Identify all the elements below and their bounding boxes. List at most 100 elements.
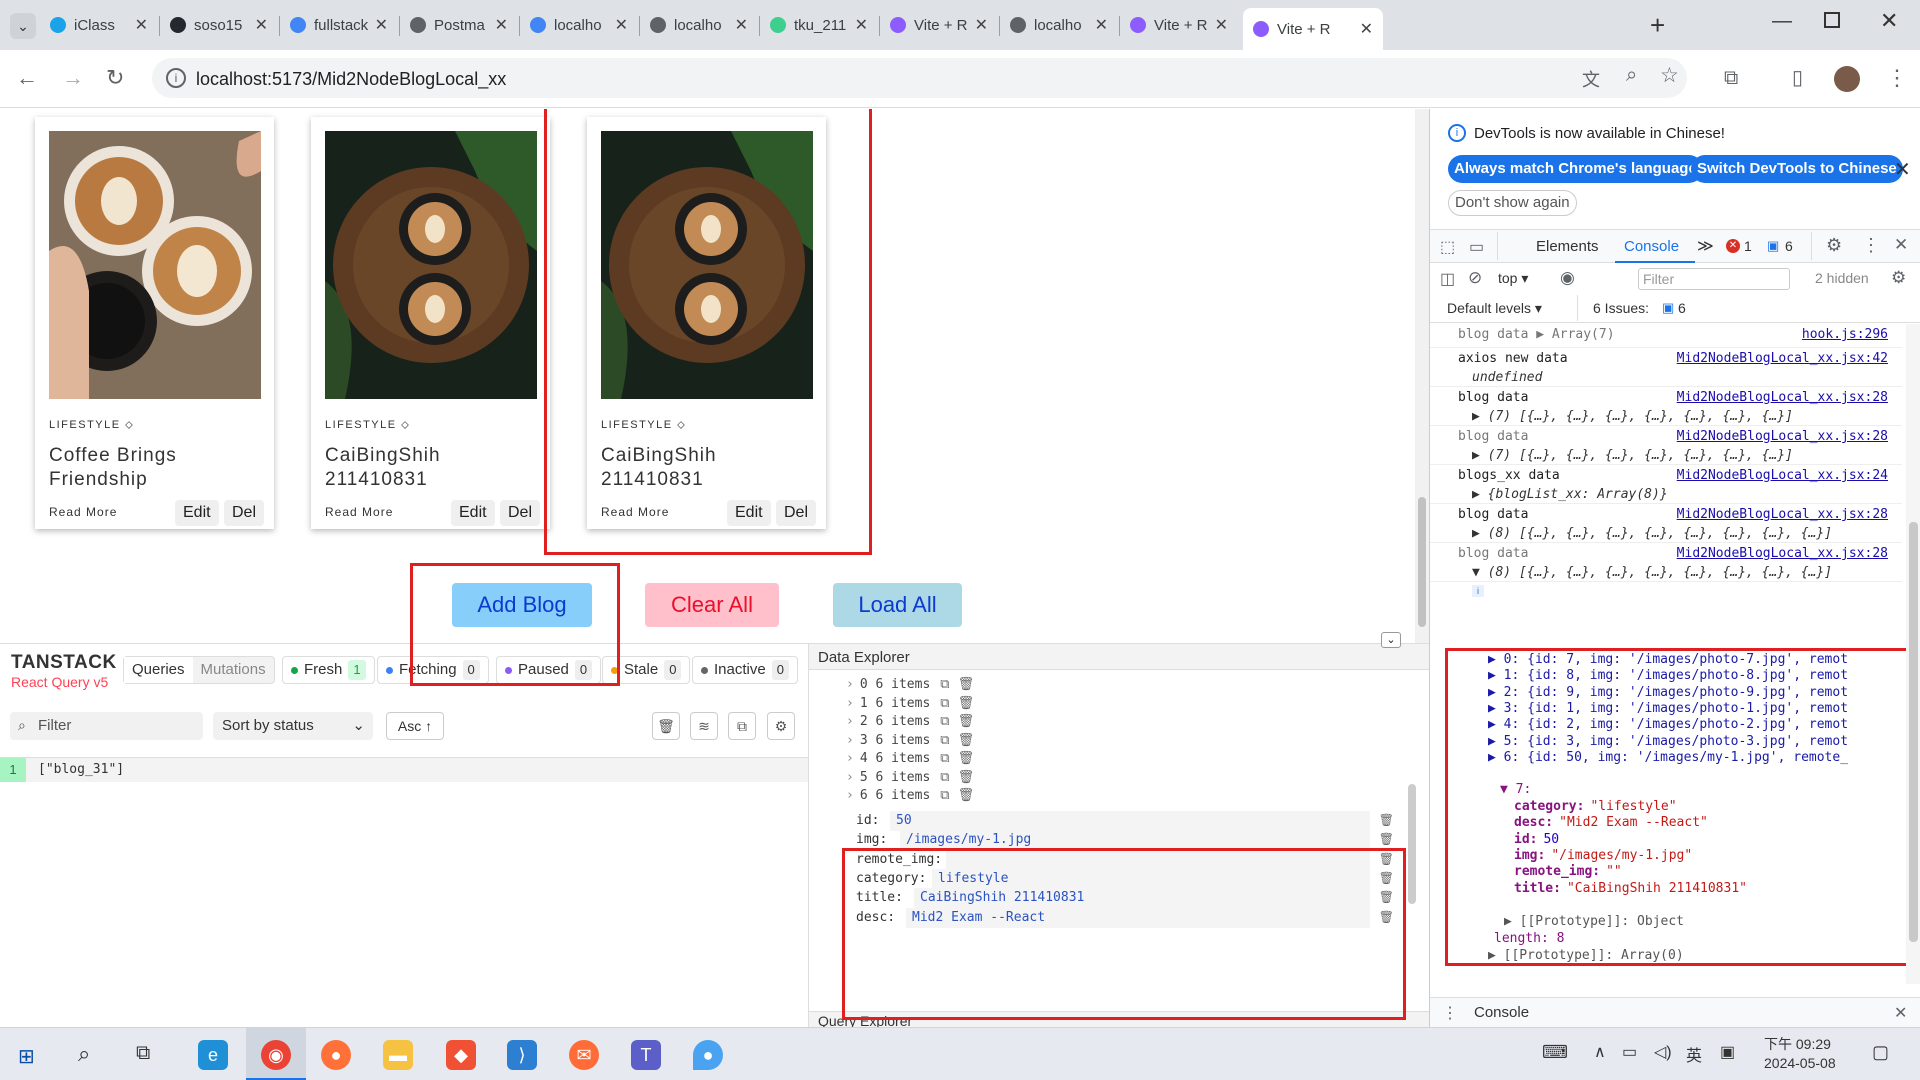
issues-label[interactable]: 6 Issues: (1593, 300, 1649, 316)
drawer-menu-icon[interactable]: ⋮ (1442, 1003, 1458, 1023)
copy-icon[interactable]: ⧉ (940, 696, 949, 711)
volume-icon[interactable]: ◁) (1654, 1042, 1672, 1062)
source-link[interactable]: Mid2NodeBlogLocal_xx.jsx:42 (1677, 351, 1888, 366)
settings-icon[interactable]: ⚙ (1826, 235, 1842, 256)
close-devtools-icon[interactable]: ✕ (1894, 235, 1908, 255)
clock-date[interactable]: 2024-05-08 (1764, 1055, 1836, 1071)
open-panel-icon[interactable]: ⧉ (728, 712, 756, 740)
console-message[interactable]: blog data ▶ Array(7) hook.js:296 (1430, 324, 1902, 348)
more-tabs-icon[interactable]: ≫ (1697, 236, 1714, 256)
console-message[interactable]: blog data Mid2NodeBlogLocal_xx.jsx:28 ▶ (7… (1430, 426, 1902, 465)
menu-icon[interactable]: ⋮ (1886, 66, 1908, 90)
close-tab-icon[interactable]: ✕ (1215, 15, 1228, 35)
browser-tab[interactable]: localho ✕ (640, 8, 758, 42)
source-link[interactable]: Mid2NodeBlogLocal_xx.jsx:24 (1677, 468, 1888, 483)
message-count[interactable]: 6 (1785, 238, 1793, 254)
console-filter-input[interactable]: Filter (1638, 268, 1790, 290)
fresh-filter[interactable]: Fresh 1 (282, 656, 375, 684)
device-toolbar-icon[interactable]: ▭ (1469, 237, 1484, 257)
new-tab-button[interactable]: + (1650, 10, 1665, 41)
chevron-right-icon[interactable]: › (846, 696, 854, 711)
task-view-icon[interactable]: ⧉ (136, 1042, 150, 1065)
browser-tab[interactable]: Vite + R ✕ (1120, 8, 1238, 42)
live-expression-eye-icon[interactable]: ◉ (1560, 268, 1575, 288)
url-text[interactable]: localhost:5173/Mid2NodeBlogLocal_xx (196, 69, 506, 90)
data-explorer-item[interactable]: › 3 6 items ⧉ 🗑 (846, 733, 974, 753)
source-link[interactable]: hook.js:296 (1802, 327, 1888, 342)
close-notice-icon[interactable]: ✕ (1894, 157, 1911, 182)
network-icon[interactable]: ▭ (1622, 1042, 1637, 1062)
console-message[interactable]: blog data Mid2NodeBlogLocal_xx.jsx:28 ▶ (7… (1430, 387, 1902, 426)
reload-icon[interactable]: ↻ (106, 66, 124, 90)
issues-icon[interactable]: ▣ (1662, 300, 1674, 316)
trash-icon[interactable]: 🗑 (958, 733, 975, 748)
browser-tab[interactable]: soso15 ✕ (160, 8, 278, 42)
browser-tab[interactable]: Vite + R ✕ (880, 8, 998, 42)
delete-button[interactable]: Del (224, 500, 265, 526)
copy-icon[interactable]: ⧉ (940, 770, 949, 785)
source-link[interactable]: Mid2NodeBlogLocal_xx.jsx:28 (1677, 546, 1888, 561)
firefox-icon[interactable]: ● (321, 1040, 351, 1070)
chevron-right-icon[interactable]: › (846, 751, 854, 766)
clear-console-icon[interactable]: ⊘ (1468, 268, 1482, 288)
trash-icon[interactable]: 🗑 (958, 696, 975, 711)
more-options-icon[interactable]: ⋮ (1862, 235, 1880, 256)
source-link[interactable]: Mid2NodeBlogLocal_xx.jsx:28 (1677, 507, 1888, 522)
close-tab-icon[interactable]: ✕ (855, 15, 868, 35)
data-explorer-item[interactable]: › 5 6 items ⧉ 🗑 (846, 770, 974, 790)
translate-icon[interactable]: 文 (1582, 66, 1600, 92)
address-bar[interactable]: i localhost:5173/Mid2NodeBlogLocal_xx 文 … (152, 58, 1687, 98)
console-object-preview[interactable]: ▶ (7) [{…}, {…}, {…}, {…}, {…}, {…}, {…}… (1472, 448, 1793, 463)
chevron-right-icon[interactable]: › (846, 770, 854, 785)
issues-count[interactable]: 6 (1678, 300, 1686, 316)
keyboard-icon[interactable]: ⌨ (1542, 1042, 1568, 1063)
app-icon[interactable]: ● (693, 1040, 723, 1070)
forward-icon[interactable]: → (62, 66, 84, 90)
search-icon[interactable]: ⌕ (78, 1041, 90, 1067)
windows-start-icon[interactable]: ⊞ (18, 1044, 35, 1069)
read-more-link[interactable]: Read More (49, 505, 117, 519)
console-message[interactable]: axios new data Mid2NodeBlogLocal_xx.jsx:4… (1430, 348, 1902, 387)
info-badge-icon[interactable]: i (1472, 585, 1484, 597)
clock-time[interactable]: 下午 09:29 (1764, 1034, 1831, 1054)
edit-button[interactable]: Edit (175, 500, 219, 526)
inspect-element-icon[interactable]: ⬚ (1440, 237, 1455, 257)
delete-button[interactable]: Del (500, 500, 541, 526)
profile-avatar[interactable] (1834, 66, 1860, 92)
browser-tab[interactable]: localho ✕ (1000, 8, 1118, 42)
scrollbar-thumb[interactable] (1909, 522, 1918, 942)
close-tab-icon[interactable]: ✕ (135, 15, 148, 35)
tab-search-button[interactable]: ⌄ (10, 13, 36, 39)
back-icon[interactable]: ← (16, 66, 38, 90)
switch-to-chinese-button[interactable]: Switch DevTools to Chinese (1691, 155, 1903, 183)
close-drawer-icon[interactable]: ✕ (1894, 1003, 1907, 1023)
source-link[interactable]: Mid2NodeBlogLocal_xx.jsx:28 (1677, 429, 1888, 444)
copy-icon[interactable]: ⧉ (940, 751, 949, 766)
close-tab-icon[interactable]: ✕ (495, 15, 508, 35)
browser-tab[interactable]: Postma ✕ (400, 8, 518, 42)
close-window-button[interactable]: ✕ (1880, 8, 1898, 34)
console-message[interactable]: blog data Mid2NodeBlogLocal_xx.jsx:28 ▼ (8… (1430, 543, 1902, 582)
git-icon[interactable]: ◆ (446, 1040, 476, 1070)
settings-icon[interactable]: ⚙ (767, 712, 795, 740)
console-object-preview[interactable]: ▶ {blogList_xx: Array(8)} (1472, 487, 1668, 502)
clear-all-button[interactable]: Clear All (645, 583, 779, 627)
error-count[interactable]: 1 (1744, 238, 1752, 254)
copy-icon[interactable]: ⧉ (940, 714, 949, 729)
browser-tab[interactable]: fullstack ✕ (280, 8, 398, 42)
vscode-icon[interactable]: ⟩ (507, 1040, 537, 1070)
console-scrollbar[interactable] (1906, 324, 1920, 984)
edit-button[interactable]: Edit (451, 500, 495, 526)
close-tab-icon[interactable]: ✕ (375, 15, 388, 35)
tab-queries[interactable]: Queries (124, 657, 193, 683)
context-select[interactable]: top ▾ (1498, 270, 1528, 287)
restore-button[interactable] (1824, 12, 1840, 28)
postman-icon[interactable]: ✉ (569, 1040, 599, 1070)
copy-icon[interactable]: ⧉ (940, 733, 949, 748)
page-scrollbar[interactable] (1415, 109, 1429, 643)
copy-icon[interactable]: ⧉ (940, 677, 949, 692)
error-icon[interactable]: ✕ (1726, 239, 1740, 253)
bookmark-star-icon[interactable]: ☆ (1660, 63, 1679, 88)
console-message[interactable]: blog data Mid2NodeBlogLocal_xx.jsx:28 ▶ (8… (1430, 504, 1902, 543)
console-object-preview[interactable]: undefined (1472, 370, 1542, 385)
